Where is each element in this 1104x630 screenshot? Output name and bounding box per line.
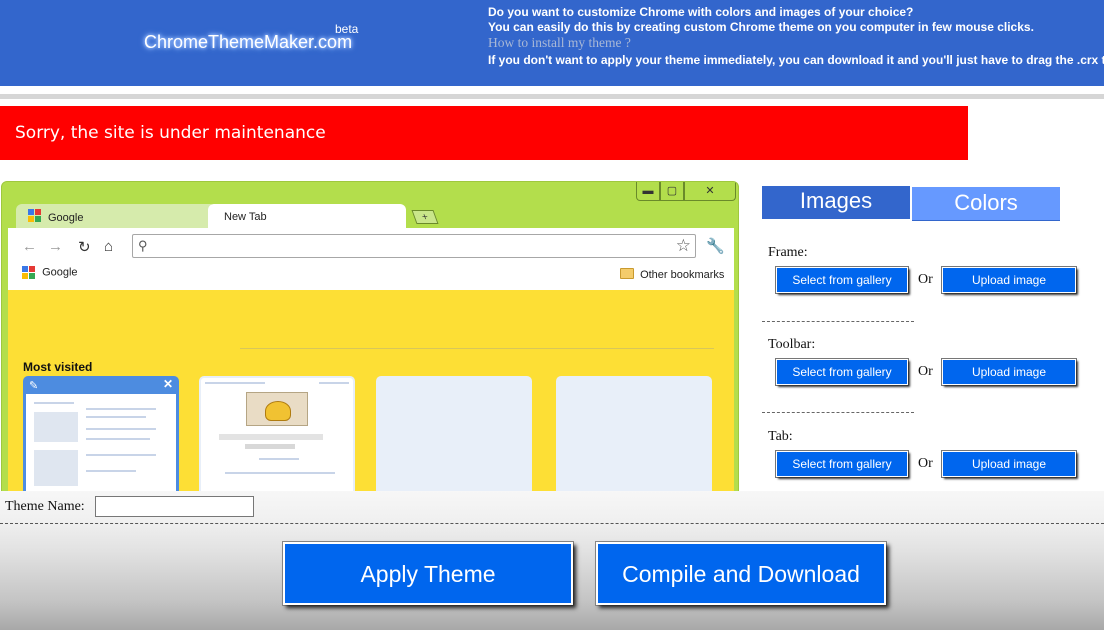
- frame-label: Frame:: [768, 245, 808, 260]
- maintenance-banner: Sorry, the site is under maintenance: [0, 106, 968, 160]
- intro-text: Do you want to customize Chrome with col…: [488, 5, 1104, 67]
- forward-arrow-icon[interactable]: →: [48, 238, 63, 255]
- close-icon[interactable]: ✕: [163, 377, 173, 391]
- bookmark-label: Google: [42, 266, 78, 279]
- theme-name-input[interactable]: [95, 496, 254, 517]
- thumbnail-page: [26, 394, 176, 496]
- preview-tab-google[interactable]: Google: [16, 204, 216, 230]
- google-favicon-icon: [28, 209, 41, 222]
- bookmark-google[interactable]: Google: [22, 266, 78, 279]
- home-icon[interactable]: ⌂: [104, 238, 113, 255]
- bookmark-label: Other bookmarks: [640, 269, 725, 281]
- folder-icon: [620, 268, 634, 279]
- tab-colors[interactable]: Colors: [912, 187, 1060, 221]
- ntp-divider: [240, 348, 714, 349]
- tab-label: New Tab: [224, 211, 267, 223]
- section-divider: [762, 412, 914, 413]
- bookmark-star-icon[interactable]: ☆: [676, 236, 691, 256]
- tab-label: Google: [48, 212, 84, 224]
- wrench-icon[interactable]: 🔧: [706, 237, 725, 255]
- close-icon: ✕: [684, 182, 736, 201]
- google-favicon-icon: [22, 266, 35, 279]
- site-logo[interactable]: ChromeThemeMaker.com: [144, 32, 352, 53]
- maximize-icon: ▢: [660, 182, 684, 201]
- search-icon: ⚲: [138, 238, 148, 253]
- bottom-divider: [0, 523, 1104, 524]
- bookmark-other[interactable]: Other bookmarks: [620, 268, 724, 281]
- most-visited-thumbnail[interactable]: [199, 376, 355, 496]
- pin-icon[interactable]: ✎: [29, 379, 38, 392]
- back-arrow-icon[interactable]: ←: [22, 238, 37, 255]
- compile-download-button[interactable]: Compile and Download: [596, 542, 886, 605]
- apply-theme-button[interactable]: Apply Theme: [283, 542, 573, 605]
- most-visited-thumbnail[interactable]: [556, 376, 712, 496]
- toolbar-select-gallery-button[interactable]: Select from gallery: [776, 359, 908, 385]
- preview-tab-new-tab[interactable]: New Tab: [208, 204, 406, 230]
- most-visited-thumbnail[interactable]: ✎ ✕: [23, 376, 179, 496]
- site-header: beta ChromeThemeMaker.com Do you want to…: [0, 0, 1104, 86]
- intro-line-3: If you don't want to apply your theme im…: [488, 52, 1104, 67]
- theme-name-label: Theme Name:: [5, 499, 85, 514]
- tab-select-gallery-button[interactable]: Select from gallery: [776, 451, 908, 477]
- tab-label: Tab:: [768, 429, 793, 444]
- toolbar-label: Toolbar:: [768, 337, 816, 352]
- omnibox-input[interactable]: ⚲ ☆: [132, 234, 696, 258]
- tab-images[interactable]: Images: [762, 186, 910, 219]
- window-controls: ▬ ▢ ✕: [636, 182, 736, 201]
- preview-toolbar: ← → ↻ ⌂ ⚲ ☆ 🔧 Google Other bookmarks: [8, 228, 734, 290]
- doodle-image: [246, 392, 308, 426]
- new-tab-plus-icon[interactable]: +: [411, 210, 439, 224]
- header-divider: [0, 94, 1104, 99]
- bottom-bar: Theme Name: Apply Theme Compile and Down…: [0, 491, 1104, 630]
- intro-line-1: Do you want to customize Chrome with col…: [488, 5, 914, 19]
- theme-preview-browser: ▬ ▢ ✕ Google New Tab + ← → ↻ ⌂ ⚲ ☆ 🔧 Goo…: [1, 181, 739, 501]
- toolbar-upload-image-button[interactable]: Upload image: [942, 359, 1076, 385]
- reload-icon[interactable]: ↻: [78, 238, 91, 256]
- most-visited-heading: Most visited: [23, 360, 93, 374]
- frame-select-gallery-button[interactable]: Select from gallery: [776, 267, 908, 293]
- tab-or-text: Or: [918, 456, 933, 471]
- minimize-icon: ▬: [636, 182, 660, 201]
- new-tab-page: Most visited ✎ ✕: [8, 290, 734, 500]
- tab-upload-image-button[interactable]: Upload image: [942, 451, 1076, 477]
- frame-upload-image-button[interactable]: Upload image: [942, 267, 1076, 293]
- most-visited-thumbnail[interactable]: [376, 376, 532, 496]
- section-divider: [762, 321, 914, 322]
- howto-install-link[interactable]: How to install my theme ?: [488, 35, 1104, 51]
- intro-line-2: You can easily do this by creating custo…: [488, 19, 1034, 34]
- frame-or-text: Or: [918, 272, 933, 287]
- toolbar-or-text: Or: [918, 364, 933, 379]
